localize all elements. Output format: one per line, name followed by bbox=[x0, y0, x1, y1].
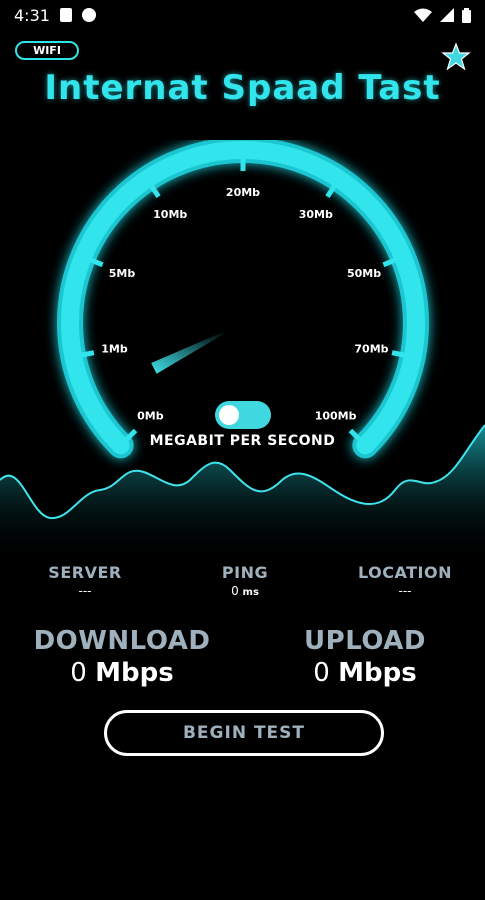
download-value: 0 bbox=[70, 658, 87, 688]
download-label: DOWNLOAD bbox=[33, 626, 211, 656]
gauge-tick-label: 5Mb bbox=[109, 267, 136, 280]
gauge-tick-label: 20Mb bbox=[226, 186, 260, 199]
gauge-tick bbox=[81, 350, 95, 358]
upload-value: 0 bbox=[313, 658, 330, 688]
signal-wave bbox=[0, 424, 485, 560]
gauge-tick bbox=[391, 350, 405, 358]
battery-icon bbox=[462, 7, 471, 23]
gauge-tick-label: 50Mb bbox=[347, 267, 381, 280]
gauge-tick-label: 1Mb bbox=[101, 343, 128, 356]
server-value: --- bbox=[78, 584, 92, 598]
status-time: 4:31 bbox=[14, 5, 50, 25]
server-stat: SERVER --- bbox=[30, 563, 140, 598]
wifi-signal-icon bbox=[414, 8, 432, 22]
app-title: Internat Spaad Tast bbox=[44, 68, 441, 108]
upload-label: UPLOAD bbox=[304, 626, 426, 656]
gauge-tick-label: 10Mb bbox=[153, 208, 187, 221]
gauge-tick-label: 70Mb bbox=[354, 343, 388, 356]
ping-value-row: 0 ms bbox=[190, 584, 300, 598]
location-value: --- bbox=[398, 584, 412, 598]
gauge-tick bbox=[325, 185, 337, 199]
upload-unit: Mbps bbox=[338, 658, 417, 688]
wifi-mode-badge[interactable]: WIFI bbox=[15, 41, 79, 60]
ping-stat: PING 0 ms bbox=[190, 563, 300, 598]
ping-value: 0 bbox=[231, 584, 239, 598]
app-notification-icon bbox=[81, 8, 96, 22]
location-stat: LOCATION --- bbox=[345, 563, 465, 598]
download-unit: Mbps bbox=[95, 658, 174, 688]
begin-test-button[interactable]: BEGIN TEST bbox=[104, 710, 384, 756]
download-metric: DOWNLOAD 0 Mbps bbox=[22, 626, 222, 688]
ping-label: PING bbox=[221, 563, 269, 582]
status-bar: 4:31 bbox=[0, 0, 485, 30]
upload-value-row: 0 Mbps bbox=[265, 658, 465, 688]
download-value-row: 0 Mbps bbox=[22, 658, 222, 688]
gauge-tick bbox=[149, 185, 161, 199]
ping-unit: ms bbox=[242, 587, 259, 598]
server-label: SERVER bbox=[48, 563, 122, 582]
upload-metric: UPLOAD 0 Mbps bbox=[265, 626, 465, 688]
cell-signal-icon bbox=[440, 8, 454, 22]
gauge-needle bbox=[151, 331, 226, 374]
gauge-tick-label: 30Mb bbox=[299, 208, 333, 221]
notification-icon bbox=[59, 8, 72, 22]
location-label: LOCATION bbox=[358, 563, 452, 582]
